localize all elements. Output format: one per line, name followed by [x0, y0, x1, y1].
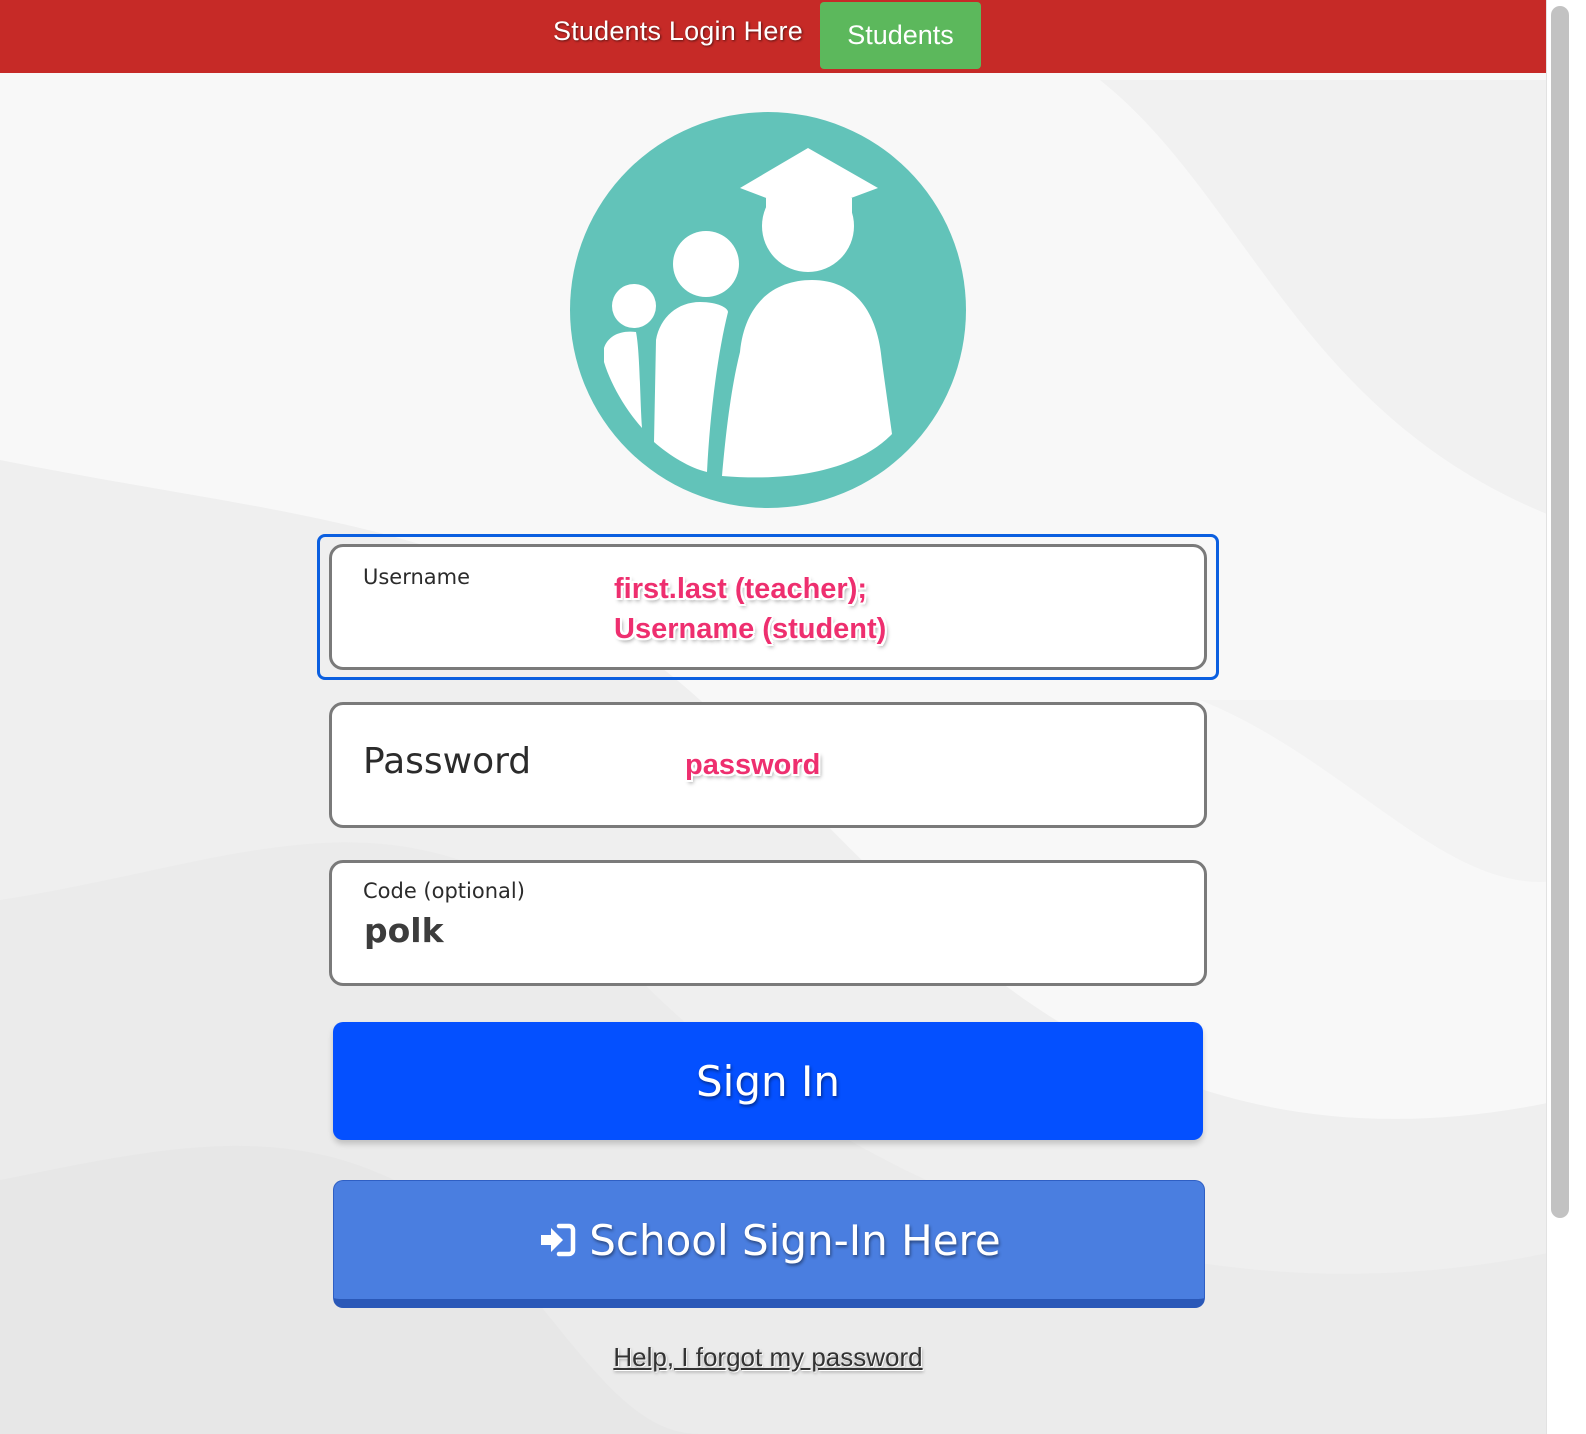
- school-sign-in-label: School Sign-In Here: [589, 1215, 1001, 1265]
- students-button[interactable]: Students: [820, 2, 981, 69]
- username-annotation-line2: Username (student): [614, 613, 887, 645]
- username-annotation-line1: first.last (teacher);: [614, 573, 868, 605]
- password-annotation: password: [685, 749, 821, 781]
- username-field[interactable]: Username first.last (teacher); Username …: [329, 544, 1207, 670]
- code-field[interactable]: Code (optional) polk: [329, 860, 1207, 986]
- forgot-password-link[interactable]: Help, I forgot my password: [0, 1342, 1536, 1373]
- school-sign-in-button[interactable]: School Sign-In Here: [333, 1180, 1205, 1308]
- topbar-label: Students Login Here: [553, 16, 803, 46]
- username-label: Username: [363, 565, 471, 589]
- top-bar: Students Login Here Students: [0, 0, 1562, 73]
- password-field[interactable]: Password password: [329, 702, 1207, 828]
- sign-in-label: Sign In: [696, 1056, 840, 1106]
- scrollbar-thumb[interactable]: [1551, 6, 1569, 1218]
- graduation-family-icon: [570, 112, 966, 508]
- code-label: Code (optional): [363, 879, 525, 903]
- password-label: Password: [363, 741, 532, 782]
- code-value: polk: [364, 911, 444, 950]
- sign-in-button[interactable]: Sign In: [333, 1022, 1203, 1140]
- sign-in-icon: [537, 1220, 577, 1260]
